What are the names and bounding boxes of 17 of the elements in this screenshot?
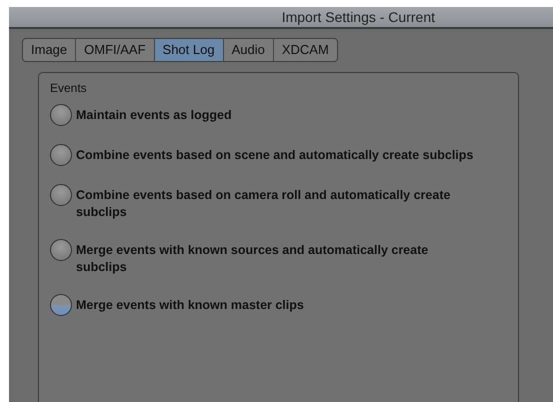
radio-button[interactable] [50,184,72,206]
option-label[interactable]: Maintain events as logged [76,107,481,124]
option-label[interactable]: Merge events with known master clips [76,297,481,314]
option-label[interactable]: Combine events based on camera roll and automatically create subclips [76,187,481,221]
group-title: Events [50,81,88,95]
tab[interactable]: Audio [224,39,274,61]
option-label[interactable]: Merge events with known sources and automatically create subclips [76,242,481,276]
radio-button[interactable] [50,104,72,126]
tab[interactable]: XDCAM [274,39,337,61]
window-title: Import Settings - Current [282,9,435,25]
tab[interactable]: Image [23,39,76,61]
tab[interactable]: OMFI/AAF [76,39,155,61]
radio-button[interactable] [50,144,72,166]
option-label[interactable]: Combine events based on scene and automatically create subclips [76,147,481,164]
tab[interactable]: Shot Log [154,39,224,61]
radio-button[interactable] [50,239,72,261]
radio-button[interactable] [50,294,72,316]
